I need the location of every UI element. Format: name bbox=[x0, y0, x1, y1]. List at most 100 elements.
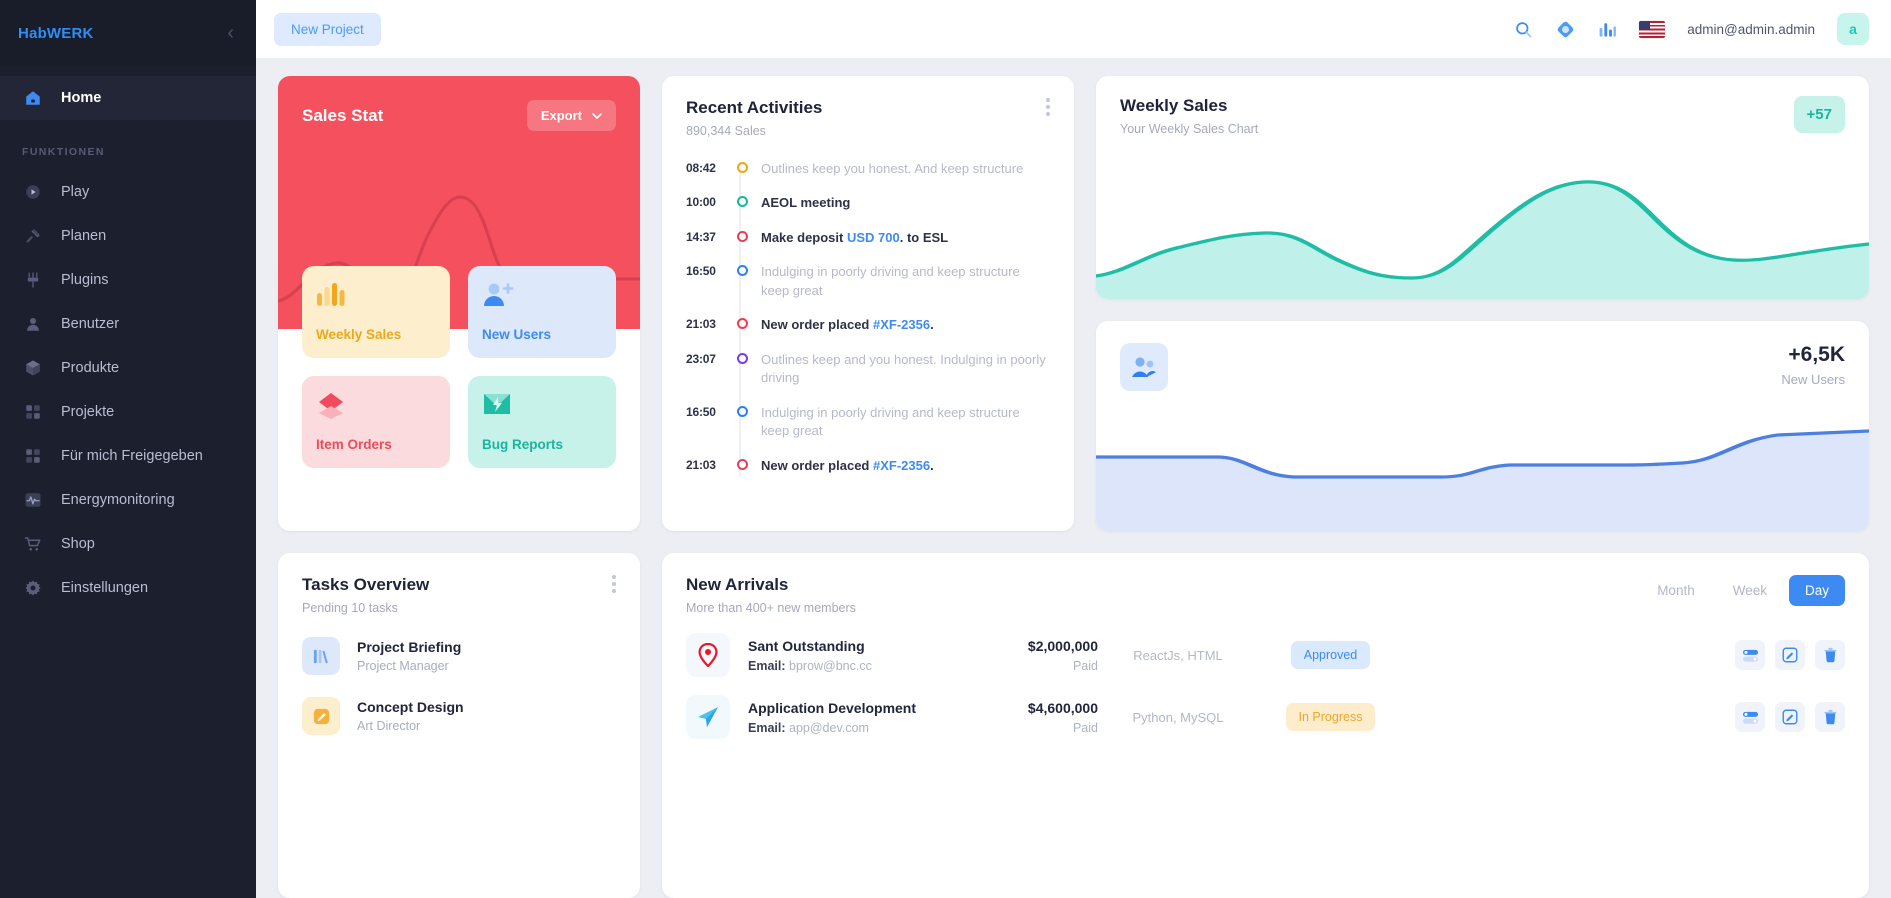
amount-value: $4,600,000 bbox=[1027, 699, 1098, 716]
sidebar-item-label: Benutzer bbox=[61, 316, 120, 332]
export-button[interactable]: Export bbox=[526, 100, 616, 131]
sidebar-item-shop[interactable]: Shop bbox=[0, 522, 256, 566]
tile-bug-reports[interactable]: Bug Reports bbox=[468, 376, 616, 468]
activity-dot-icon bbox=[737, 230, 748, 242]
sidebar-item-energymonitoring[interactable]: Energymonitoring bbox=[0, 478, 256, 522]
activity-time: 10:00 bbox=[686, 195, 716, 210]
flag-us-icon[interactable] bbox=[1639, 20, 1666, 38]
delete-icon[interactable] bbox=[1815, 702, 1845, 732]
task-item[interactable]: Project Briefing Project Manager bbox=[302, 637, 616, 675]
task-name: Project Briefing bbox=[357, 639, 462, 655]
activity-highlight[interactable]: #XF-2356 bbox=[873, 458, 930, 473]
toggle-icon[interactable] bbox=[1735, 702, 1765, 732]
sidebar-item-projekte[interactable]: Projekte bbox=[0, 390, 256, 434]
weekly-sales-card: Weekly Sales Your Weekly Sales Chart +57 bbox=[1096, 76, 1869, 299]
arrival-name: Application Development bbox=[748, 699, 917, 716]
email-label: Email: bbox=[748, 720, 786, 735]
activity-row[interactable]: 23:07 Outlines keep and you honest. Indul… bbox=[686, 351, 1050, 388]
tasks-overview-subtitle: Pending 10 tasks bbox=[302, 601, 398, 615]
new-users-value: +6,5K bbox=[1788, 343, 1845, 366]
activity-time: 14:37 bbox=[686, 229, 716, 244]
sidebar-item-plugins[interactable]: Plugins bbox=[0, 258, 256, 302]
pulse-icon bbox=[22, 489, 44, 511]
tasks-overview-card: Tasks Overview Pending 10 tasks Project … bbox=[278, 553, 640, 898]
tile-new-users[interactable]: New Users bbox=[468, 266, 616, 358]
activity-time: 21:03 bbox=[686, 457, 716, 472]
activity-highlight[interactable]: #XF-2356 bbox=[873, 317, 930, 332]
table-row[interactable]: Application Development Email: app@dev.c… bbox=[686, 695, 1845, 739]
sidebar-item-produkte[interactable]: Produkte bbox=[0, 346, 256, 390]
arrival-main: Sant Outstanding Email: bprow@bnc.cc bbox=[748, 638, 983, 673]
sidebar-item-label: Shop bbox=[61, 536, 95, 552]
kebab-menu-icon[interactable] bbox=[1046, 98, 1050, 116]
search-icon[interactable] bbox=[1514, 20, 1533, 39]
right-column: Weekly Sales Your Weekly Sales Chart +57 bbox=[1096, 76, 1869, 531]
kebab-menu-icon[interactable] bbox=[612, 575, 616, 593]
task-role: Art Director bbox=[357, 719, 421, 733]
edit-icon[interactable] bbox=[1775, 640, 1805, 670]
sidebar: HabWERK ‹ Home FUNKTIONEN Play Planen Pl… bbox=[0, 0, 256, 898]
segment-month[interactable]: Month bbox=[1641, 575, 1711, 606]
tile-label: Item Orders bbox=[316, 437, 392, 452]
activity-row[interactable]: 21:03 New order placed #XF-2356. bbox=[686, 457, 1050, 475]
arrival-tech: Python, MySQL bbox=[1132, 709, 1224, 725]
status-badge: In Progress bbox=[1285, 703, 1376, 731]
sidebar-header: HabWERK ‹ bbox=[0, 0, 256, 66]
sidebar-item-home[interactable]: Home bbox=[0, 76, 256, 120]
activity-row[interactable]: 10:00 AEOL meeting bbox=[686, 194, 1050, 212]
chevron-down-icon bbox=[592, 108, 602, 123]
activity-dot-icon bbox=[737, 196, 748, 208]
new-project-button[interactable]: New Project bbox=[274, 12, 381, 46]
weekly-sales-chart bbox=[1096, 180, 1869, 299]
recent-activities-header: Recent Activities 890,344 Sales bbox=[686, 98, 1050, 138]
activity-row[interactable]: 08:42 Outlines keep you honest. And keep … bbox=[686, 160, 1050, 178]
export-label: Export bbox=[540, 108, 582, 123]
segment-week[interactable]: Week bbox=[1717, 575, 1783, 606]
sidebar-item-planen[interactable]: Planen bbox=[0, 214, 256, 258]
sidebar-item-label: Energymonitoring bbox=[61, 492, 175, 508]
bar-chart-icon[interactable] bbox=[1598, 20, 1617, 39]
tile-label: Bug Reports bbox=[482, 437, 563, 452]
activity-time: 21:03 bbox=[686, 317, 716, 332]
sales-stat-title: Sales Stat bbox=[302, 105, 384, 125]
sidebar-item-label: Play bbox=[61, 184, 90, 200]
toggle-icon[interactable] bbox=[1735, 640, 1765, 670]
user-plus-icon bbox=[482, 282, 602, 313]
activity-dot-icon bbox=[737, 162, 748, 173]
segment-day[interactable]: Day bbox=[1788, 575, 1845, 606]
tasks-overview-header: Tasks Overview Pending 10 tasks bbox=[302, 575, 616, 615]
table-row[interactable]: Sant Outstanding Email: bprow@bnc.cc $2,… bbox=[686, 633, 1845, 677]
arrival-status: Approved bbox=[1258, 641, 1403, 669]
activity-row[interactable]: 16:50 Indulging in poorly driving and kee… bbox=[686, 404, 1050, 441]
avatar[interactable]: a bbox=[1837, 13, 1869, 45]
activity-text: Indulging in poorly driving and keep str… bbox=[761, 264, 1020, 298]
sidebar-item-einstellungen[interactable]: Einstellungen bbox=[0, 566, 256, 610]
amount-value: $2,000,000 bbox=[1027, 637, 1098, 654]
dashboard-content: Sales Stat Export Weekly Sales New Users… bbox=[256, 58, 1891, 898]
activity-time: 08:42 bbox=[686, 161, 716, 175]
tile-item-orders[interactable]: Item Orders bbox=[302, 376, 450, 468]
diamond-icon[interactable] bbox=[1555, 19, 1576, 40]
sidebar-item-play[interactable]: Play bbox=[0, 170, 256, 214]
recent-activities-subtitle: 890,344 Sales bbox=[686, 124, 766, 138]
tile-weekly-sales[interactable]: Weekly Sales bbox=[302, 266, 450, 358]
home-icon bbox=[22, 87, 44, 109]
arrival-name: Sant Outstanding bbox=[748, 637, 865, 654]
sidebar-item-label: Home bbox=[61, 90, 102, 106]
activity-highlight[interactable]: USD 700 bbox=[847, 230, 900, 245]
delete-icon[interactable] bbox=[1815, 640, 1845, 670]
activity-row[interactable]: 16:50 Indulging in poorly driving and kee… bbox=[686, 263, 1050, 300]
activity-text: Make deposit USD 700. to ESL bbox=[761, 229, 949, 245]
edit-icon[interactable] bbox=[1775, 702, 1805, 732]
activity-dot-icon bbox=[737, 265, 748, 277]
activity-text: Outlines keep you honest. And keep struc… bbox=[761, 161, 1024, 176]
activity-dot-icon bbox=[737, 458, 748, 470]
activity-row[interactable]: 21:03 New order placed #XF-2356. bbox=[686, 316, 1050, 334]
chevron-left-icon[interactable]: ‹ bbox=[227, 23, 234, 43]
sidebar-item-fuer-mich-freigegeben[interactable]: Für mich Freigegeben bbox=[0, 434, 256, 478]
task-item[interactable]: Concept Design Art Director bbox=[302, 697, 616, 735]
amount-status: Paid bbox=[1072, 720, 1098, 735]
task-role: Project Manager bbox=[357, 659, 449, 673]
activity-row[interactable]: 14:37 Make deposit USD 700. to ESL bbox=[686, 229, 1050, 247]
sidebar-item-benutzer[interactable]: Benutzer bbox=[0, 302, 256, 346]
